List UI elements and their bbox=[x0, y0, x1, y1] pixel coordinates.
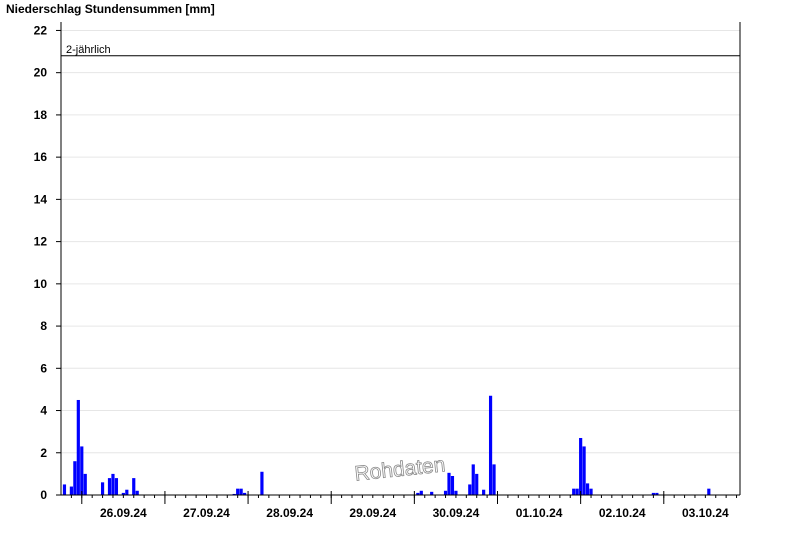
bar bbox=[454, 490, 458, 495]
bar bbox=[239, 488, 243, 495]
x-tick-label: 01.10.24 bbox=[516, 506, 563, 520]
watermark-text: Rohdaten bbox=[353, 453, 446, 485]
bar bbox=[589, 488, 593, 495]
threshold-line-group: 2-jährlich bbox=[61, 44, 740, 57]
bar bbox=[62, 484, 67, 495]
watermark-group: Rohdaten bbox=[353, 453, 447, 486]
bar bbox=[100, 482, 105, 495]
bar bbox=[468, 484, 472, 495]
y-tick-label: 18 bbox=[34, 108, 48, 122]
bar bbox=[114, 478, 119, 495]
y-tick-label: 2 bbox=[40, 446, 47, 460]
bar bbox=[111, 473, 115, 495]
bar bbox=[135, 490, 139, 495]
y-tick-label: 0 bbox=[40, 488, 47, 502]
bar bbox=[260, 471, 264, 495]
y-axis-ticks: 0 2 4 6 8 10 12 14 16 18 20 22 bbox=[34, 23, 61, 502]
chart-title: Niederschlag Stundensummen [mm] bbox=[6, 2, 215, 16]
bar bbox=[236, 488, 240, 495]
precipitation-chart: Niederschlag Stundensummen [mm] 2-jährli… bbox=[6, 2, 741, 520]
x-tick-label: 03.10.24 bbox=[682, 506, 729, 520]
x-tick-label: 30.09.24 bbox=[433, 506, 480, 520]
x-tick-label: 28.09.24 bbox=[266, 506, 313, 520]
y-tick-label: 14 bbox=[34, 192, 48, 206]
y-tick-label: 22 bbox=[34, 23, 48, 37]
bar bbox=[585, 483, 590, 495]
bar bbox=[132, 478, 136, 495]
threshold-label: 2-jährlich bbox=[66, 44, 111, 56]
x-tick-label: 02.10.24 bbox=[599, 506, 646, 520]
bar bbox=[492, 464, 496, 495]
bar bbox=[707, 488, 711, 495]
x-tick-label: 27.09.24 bbox=[183, 506, 230, 520]
bar bbox=[73, 461, 77, 495]
bar bbox=[471, 464, 475, 495]
y-tick-label: 8 bbox=[40, 319, 47, 333]
y-tick-label: 20 bbox=[34, 66, 48, 80]
y-tick-label: 16 bbox=[34, 150, 48, 164]
y-tick-label: 6 bbox=[40, 361, 47, 375]
x-tick-label: 26.09.24 bbox=[100, 506, 147, 520]
y-tick-label: 10 bbox=[34, 277, 48, 291]
grid-lines bbox=[61, 29, 740, 454]
bar bbox=[482, 489, 486, 495]
bar bbox=[582, 446, 586, 495]
bar bbox=[69, 486, 73, 495]
y-tick-label: 4 bbox=[40, 404, 47, 418]
bar bbox=[575, 488, 579, 495]
bar bbox=[443, 490, 448, 495]
bar bbox=[125, 489, 129, 495]
bar bbox=[83, 473, 87, 495]
bar bbox=[80, 446, 84, 495]
bar bbox=[579, 437, 583, 495]
bar bbox=[447, 472, 451, 495]
bar bbox=[572, 488, 576, 495]
y-tick-label: 12 bbox=[34, 235, 48, 249]
bar bbox=[450, 475, 455, 495]
x-tick-label: 29.09.24 bbox=[349, 506, 396, 520]
bar bbox=[488, 395, 493, 495]
bar bbox=[107, 478, 112, 495]
bar bbox=[475, 473, 479, 495]
axes bbox=[60, 22, 741, 496]
bar bbox=[419, 490, 423, 495]
bar bbox=[76, 399, 80, 495]
